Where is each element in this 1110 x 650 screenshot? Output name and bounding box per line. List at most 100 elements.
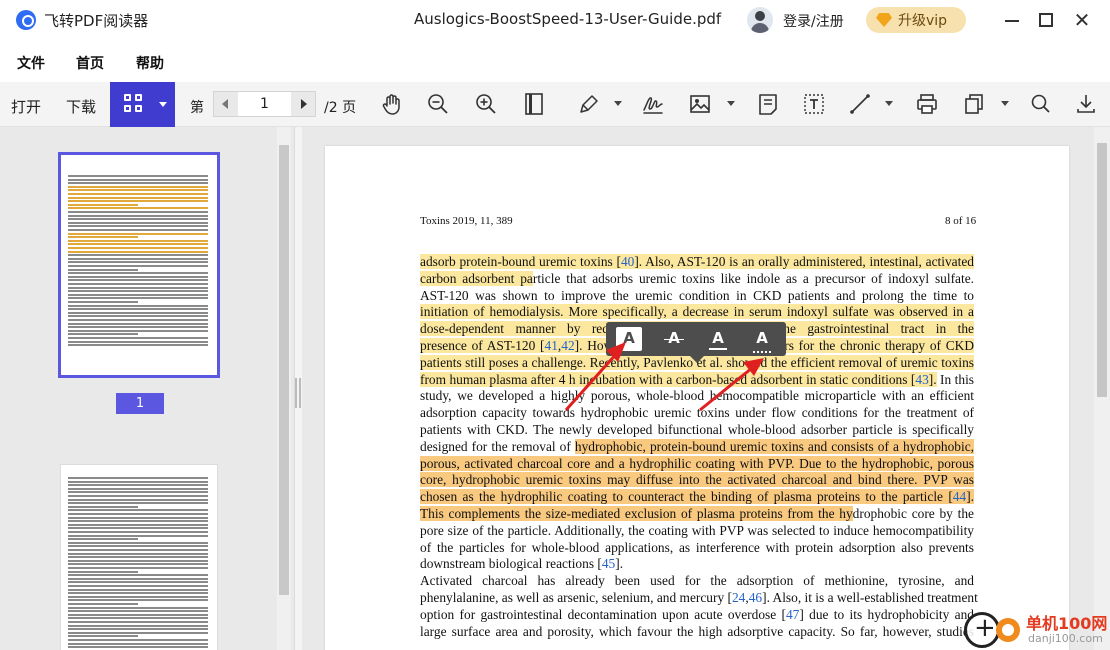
thumbnail-text-line: [68, 337, 208, 339]
text-line: phenylalanine, as well as arsenic, selen…: [420, 590, 978, 607]
image-dropdown-icon[interactable]: [727, 101, 735, 106]
text-segment: porous, activated charcoal core and a hy…: [420, 455, 974, 471]
thumbnail-text-line: [68, 229, 208, 231]
text-segment: ].: [966, 489, 974, 505]
thumbnail-text-line: [68, 247, 208, 249]
page-header-journal: Toxins 2019, 11, 389: [420, 215, 513, 227]
text-segment: study, we developed a highly porous, who…: [420, 388, 974, 404]
text-segment: of the particles for whole-blood applica…: [420, 539, 974, 555]
citation-link[interactable]: 40: [620, 254, 635, 269]
document-scrollbar[interactable]: [1094, 127, 1110, 650]
thumbnail-text-line: [68, 214, 208, 217]
previous-page-button[interactable]: [214, 92, 238, 116]
page-total: /2 页: [324, 100, 357, 116]
page-navigator: [213, 91, 316, 117]
citation-link[interactable]: 44: [952, 489, 967, 505]
copy-icon[interactable]: [962, 92, 986, 116]
download-icon[interactable]: [1074, 92, 1098, 116]
text-segment: hydrophobic, protein-bound uremic toxins…: [574, 438, 974, 454]
thumbnail-text-line: [68, 595, 208, 598]
text-line: Activated charcoal has already been used…: [420, 573, 974, 590]
sidebar-scrollbar-thumb[interactable]: [279, 145, 289, 595]
avatar[interactable]: [747, 7, 773, 33]
line-icon[interactable]: [848, 92, 872, 116]
citation-link[interactable]: 42: [561, 337, 575, 353]
text-segment: downstream biological reactions [: [420, 556, 602, 572]
highlight-button[interactable]: A: [616, 327, 642, 351]
thumbnail-text-line: [68, 513, 208, 515]
page-thumbnail-2[interactable]: [60, 464, 218, 650]
thumbnail-text-line: [68, 534, 208, 537]
text-line: pore size of the particle. Additionally,…: [420, 523, 974, 540]
thumbnail-text-line: [68, 182, 208, 185]
upgrade-vip-button[interactable]: 升级vip: [866, 7, 966, 33]
thumbnail-text-line: [68, 283, 208, 285]
thumbnail-text-line: [68, 574, 208, 577]
text-line: AST-120 was shown to improve the uremic …: [420, 288, 974, 305]
thumbnail-text-line: [68, 286, 208, 289]
open-button[interactable]: 打开: [11, 96, 41, 117]
search-icon[interactable]: [1029, 92, 1053, 116]
copy-dropdown-icon[interactable]: [1001, 101, 1009, 106]
citation-link[interactable]: 47: [786, 607, 799, 622]
thumbnail-text-line: [68, 257, 208, 260]
document-title: Auslogics-BoostSpeed-13-User-Guide.pdf: [414, 10, 722, 28]
squiggly-button[interactable]: A: [749, 327, 775, 353]
text-markup-toolbar: A A A A: [606, 322, 786, 363]
thumbnail-text-line: [68, 527, 208, 530]
thumbnail-text-line: [68, 261, 208, 264]
hand-icon[interactable]: [380, 92, 404, 116]
thumbnail-text-line: [68, 211, 208, 213]
page-thumbnail-1[interactable]: [58, 152, 220, 378]
menu-file[interactable]: 文件: [17, 53, 45, 73]
sidebar-scrollbar[interactable]: [277, 127, 291, 650]
resize-grip-icon[interactable]: [295, 378, 301, 408]
next-page-button[interactable]: [291, 92, 315, 116]
thumbnail-text-line: [68, 509, 208, 512]
thumbnail-text-line: [68, 308, 208, 311]
thumbnail-text-line: [68, 585, 208, 587]
citation-link[interactable]: 24: [732, 590, 745, 605]
strikethrough-button[interactable]: A: [661, 327, 687, 351]
thumbnail-view-button[interactable]: [110, 82, 175, 127]
thumbnail-text-line: [68, 592, 208, 595]
text-segment: ]. Also, AST-120 is an orally administer…: [634, 254, 974, 269]
minimize-icon[interactable]: [1000, 8, 1024, 32]
citation-link[interactable]: 41: [544, 337, 558, 353]
menu-help[interactable]: 帮助: [136, 53, 164, 73]
chevron-down-icon[interactable]: [159, 102, 167, 107]
signature-icon[interactable]: [641, 92, 665, 116]
thumbnail-text-line: [68, 628, 208, 631]
thumbnail-text-line: [68, 498, 208, 501]
citation-link[interactable]: 43: [915, 371, 929, 387]
line-dropdown-icon[interactable]: [885, 101, 893, 106]
zoom-in-icon[interactable]: [474, 92, 498, 116]
zoom-out-icon[interactable]: [426, 92, 450, 116]
thumbnail-text-line: [68, 484, 208, 487]
text-segment: presence of AST-120 [: [420, 337, 545, 353]
close-icon[interactable]: ✕: [1070, 8, 1094, 32]
download-button[interactable]: 下载: [66, 96, 96, 117]
text-box-icon[interactable]: [802, 92, 826, 116]
document-scrollbar-thumb[interactable]: [1097, 143, 1107, 397]
print-icon[interactable]: [915, 92, 939, 116]
image-icon[interactable]: [688, 92, 712, 116]
single-page-icon[interactable]: [522, 92, 546, 116]
watermark-logo-icon: [996, 618, 1020, 642]
page-number-input[interactable]: [238, 92, 291, 116]
maximize-icon[interactable]: [1034, 8, 1058, 32]
thumbnail-text-line: [68, 254, 208, 257]
text-line: porous, activated charcoal core and a hy…: [420, 455, 974, 473]
underline-button[interactable]: A: [705, 327, 731, 351]
citation-link[interactable]: 46: [749, 590, 762, 605]
thumbnail-text-line: [68, 311, 208, 314]
citation-link[interactable]: 45: [602, 556, 615, 571]
thumbnail-text-line: [68, 185, 208, 188]
pen-icon[interactable]: [577, 92, 601, 116]
thumbnail-text-line: [68, 639, 208, 641]
menu-home[interactable]: 首页: [76, 53, 104, 73]
pen-dropdown-icon[interactable]: [614, 101, 622, 106]
login-link[interactable]: 登录/注册: [783, 11, 844, 31]
thumbnail-text-line: [68, 617, 208, 620]
note-icon[interactable]: [756, 92, 780, 116]
